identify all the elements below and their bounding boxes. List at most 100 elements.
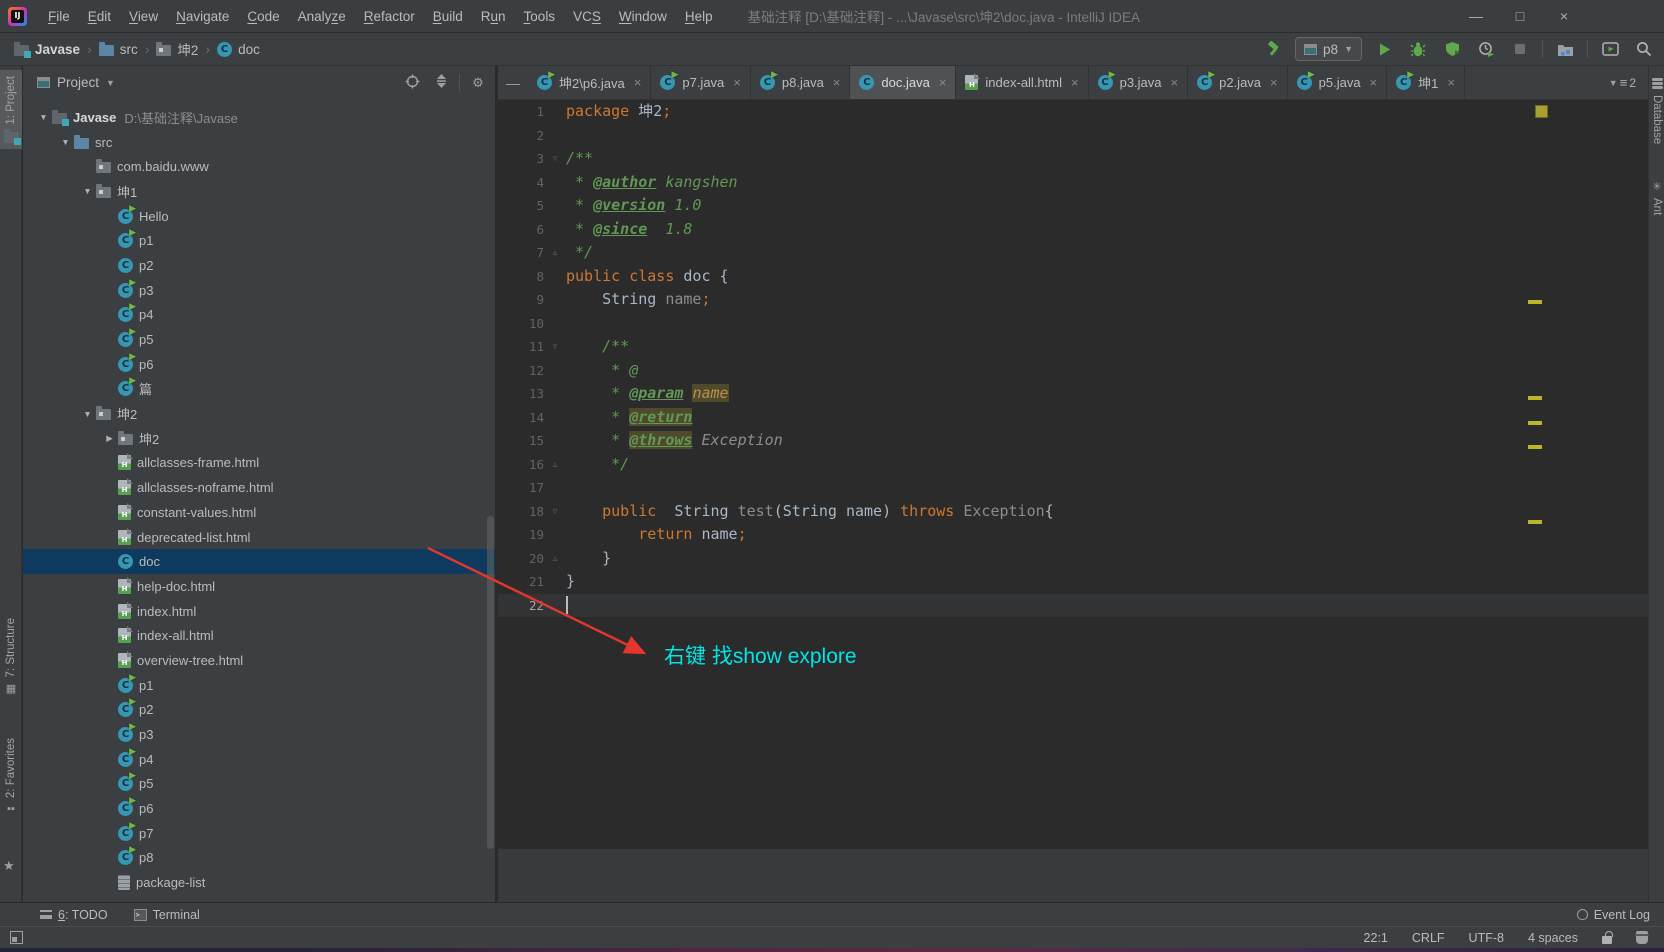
- tree-item-help-doc.html[interactable]: help-doc.html: [23, 574, 495, 599]
- settings-gear-button[interactable]: ⚙: [467, 75, 489, 91]
- breadcrumb-item-doc[interactable]: Cdoc: [217, 41, 260, 57]
- maximize-button[interactable]: □: [1498, 0, 1542, 33]
- menu-navigate[interactable]: Navigate: [167, 0, 238, 33]
- tree-item-p3[interactable]: C ▶ p3: [23, 722, 495, 747]
- tree-item--1[interactable]: ▼ 坤1: [23, 179, 495, 204]
- menu-edit[interactable]: Edit: [79, 0, 120, 33]
- menu-run[interactable]: Run: [472, 0, 515, 33]
- tab-close-icon[interactable]: ×: [1445, 75, 1455, 90]
- tree-item-p5[interactable]: C ▶ p5: [23, 327, 495, 352]
- terminal-toolwindow-button[interactable]: > Terminal: [133, 908, 200, 922]
- favorites-star-icon[interactable]: ★: [3, 858, 15, 874]
- warning-stripe-mark[interactable]: [1528, 300, 1542, 304]
- tree-item-allclasses-frame.html[interactable]: allclasses-frame.html: [23, 451, 495, 476]
- collapse-all-button[interactable]: [430, 74, 452, 91]
- fold-marker-icon[interactable]: ▿: [544, 341, 566, 352]
- breadcrumb-item-Javase[interactable]: Javase: [14, 41, 80, 58]
- tree-item-package-list[interactable]: package-list: [23, 870, 495, 895]
- fold-marker-icon[interactable]: ▵: [544, 553, 566, 564]
- tab-doc.java[interactable]: Cdoc.java ×: [850, 66, 957, 99]
- warning-stripe-mark[interactable]: [1528, 396, 1542, 400]
- tree-item-index-all.html[interactable]: index-all.html: [23, 623, 495, 648]
- run-button[interactable]: [1372, 37, 1396, 61]
- tree-item-p6[interactable]: C ▶ p6: [23, 796, 495, 821]
- tree-item-p7[interactable]: C ▶ p7: [23, 821, 495, 846]
- close-button[interactable]: ×: [1542, 0, 1586, 33]
- toolwindow-switcher-icon[interactable]: [10, 931, 23, 944]
- tab-close-icon[interactable]: ×: [731, 75, 741, 90]
- tree-item-p1[interactable]: C ▶ p1: [23, 228, 495, 253]
- project-tree-scrollbar[interactable]: [487, 516, 494, 849]
- warning-stripe-mark[interactable]: [1528, 520, 1542, 524]
- tab-p8.java[interactable]: C ▶ p8.java ×: [751, 66, 851, 99]
- hidden-tabs-button[interactable]: ▼ ≡ 2: [1609, 66, 1648, 99]
- encoding-widget[interactable]: UTF-8: [1469, 931, 1504, 945]
- menu-analyze[interactable]: Analyze: [289, 0, 355, 33]
- readonly-lock-icon[interactable]: [1602, 931, 1613, 944]
- run-with-coverage-button[interactable]: [1440, 37, 1464, 61]
- profiler-button[interactable]: [1474, 37, 1498, 61]
- tree-item-p4[interactable]: C ▶ p4: [23, 303, 495, 328]
- run-configuration-select[interactable]: p8 ▼: [1295, 37, 1362, 61]
- tree-item-overview-tree.html[interactable]: overview-tree.html: [23, 648, 495, 673]
- menu-build[interactable]: Build: [424, 0, 472, 33]
- debug-button[interactable]: [1406, 37, 1430, 61]
- tab-p7.java[interactable]: C ▶ p7.java ×: [651, 66, 751, 99]
- tree-item-p2[interactable]: Cp2: [23, 253, 495, 278]
- chevron-down-icon[interactable]: ▼: [106, 78, 115, 88]
- tree-collapsed-icon[interactable]: ▶: [101, 433, 118, 444]
- tree-item-p4[interactable]: C ▶ p4: [23, 747, 495, 772]
- event-log-button[interactable]: Event Log: [1576, 908, 1664, 922]
- warning-stripe-mark[interactable]: [1528, 445, 1542, 449]
- tree-expanded-icon[interactable]: ▼: [79, 409, 96, 419]
- todo-toolwindow-button[interactable]: 6: TODO: [0, 908, 108, 922]
- locate-file-button[interactable]: [401, 74, 423, 92]
- tab-close-icon[interactable]: ×: [632, 75, 642, 90]
- menu-window[interactable]: Window: [610, 0, 676, 33]
- stop-button[interactable]: [1508, 37, 1532, 61]
- tree-item-allclasses-noframe.html[interactable]: allclasses-noframe.html: [23, 475, 495, 500]
- tab-close-icon[interactable]: ×: [831, 75, 841, 90]
- line-separator-widget[interactable]: CRLF: [1412, 931, 1445, 945]
- tree-item--2[interactable]: ▼ 坤2: [23, 401, 495, 426]
- tree-item-Javase[interactable]: ▼ Javase D:\基础注释\Javase: [23, 105, 495, 130]
- tree-item-deprecated-list.html[interactable]: deprecated-list.html: [23, 525, 495, 550]
- tree-item-index.html[interactable]: index.html: [23, 599, 495, 624]
- menu-vcs[interactable]: VCS: [564, 0, 610, 33]
- minimize-button[interactable]: —: [1454, 0, 1498, 33]
- menu-code[interactable]: Code: [238, 0, 288, 33]
- tab-close-icon[interactable]: ×: [937, 75, 947, 90]
- tab--2-p6.java[interactable]: C ▶ 坤2\p6.java ×: [528, 66, 652, 99]
- tree-item-com.baidu.www[interactable]: com.baidu.www: [23, 154, 495, 179]
- tab-index-all.html[interactable]: index-all.html ×: [956, 66, 1089, 99]
- stripe-button-ant[interactable]: ✳ Ant: [1649, 174, 1664, 221]
- stripe-button-2-Favorites[interactable]: 2: Favorites ▪▪: [0, 732, 22, 821]
- project-panel-title[interactable]: Project: [57, 75, 99, 90]
- tree-item--[interactable]: C ▶ 篇: [23, 377, 495, 402]
- tab-p5.java[interactable]: C ▶ p5.java ×: [1288, 66, 1388, 99]
- tree-expanded-icon[interactable]: ▼: [35, 112, 52, 122]
- caret-position-widget[interactable]: 22:1: [1364, 931, 1388, 945]
- build-hammer-button[interactable]: [1261, 37, 1285, 61]
- menu-view[interactable]: View: [120, 0, 167, 33]
- tree-item-p2[interactable]: C ▶ p2: [23, 698, 495, 723]
- fold-marker-icon[interactable]: ▵: [544, 247, 566, 258]
- hector-inspector-icon[interactable]: [1635, 931, 1649, 944]
- run-anything-button[interactable]: [1598, 37, 1622, 61]
- fold-marker-icon[interactable]: ▿: [544, 153, 566, 164]
- menu-tools[interactable]: Tools: [515, 0, 565, 33]
- fold-marker-icon[interactable]: ▿: [544, 506, 566, 517]
- tree-item-Hello[interactable]: C ▶ Hello: [23, 204, 495, 229]
- stripe-button-database[interactable]: Database: [1649, 72, 1664, 150]
- highlighting-level-indicator[interactable]: [1535, 105, 1548, 118]
- fold-marker-icon[interactable]: ▵: [544, 459, 566, 470]
- tab-p3.java[interactable]: C ▶ p3.java ×: [1089, 66, 1189, 99]
- tree-item-constant-values.html[interactable]: constant-values.html: [23, 500, 495, 525]
- menu-file[interactable]: File: [39, 0, 79, 33]
- tab-close-icon[interactable]: ×: [1069, 75, 1079, 90]
- tree-item-p5[interactable]: C ▶ p5: [23, 772, 495, 797]
- warning-stripe-mark[interactable]: [1528, 421, 1542, 425]
- tab-close-icon[interactable]: ×: [1268, 75, 1278, 90]
- stripe-button-1-Project[interactable]: 1: Project: [0, 70, 22, 149]
- tree-item-p8[interactable]: C ▶ p8: [23, 846, 495, 871]
